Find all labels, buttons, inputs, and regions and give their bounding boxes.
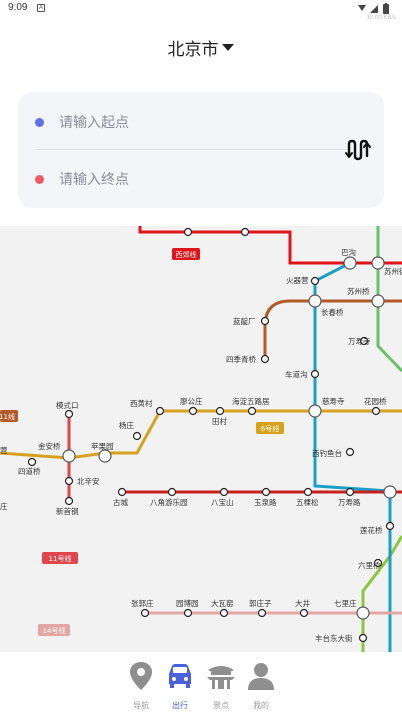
signal-battery-icon bbox=[358, 3, 389, 14]
svg-text:七里庄: 七里庄 bbox=[334, 598, 357, 608]
svg-text:车道沟: 车道沟 bbox=[285, 369, 308, 379]
svg-text:六里桥: 六里桥 bbox=[358, 560, 381, 570]
line-badge-14: 14号线 bbox=[38, 624, 70, 636]
caret-down-icon bbox=[221, 44, 234, 51]
svg-text:营: 营 bbox=[0, 445, 8, 455]
notification-icon: A bbox=[37, 4, 45, 12]
pavilion-icon bbox=[207, 666, 235, 689]
nav-label-mine: 我的 bbox=[253, 701, 269, 710]
svg-text:张郭庄: 张郭庄 bbox=[131, 598, 154, 608]
route-divider bbox=[36, 149, 350, 150]
line-9 bbox=[361, 535, 402, 652]
user-icon bbox=[248, 663, 274, 690]
end-point-input[interactable]: 请输入终点 bbox=[18, 156, 338, 202]
svg-text:莲花桥: 莲花桥 bbox=[360, 525, 383, 535]
svg-text:金安桥: 金安桥 bbox=[38, 441, 61, 451]
start-placeholder: 请输入起点 bbox=[59, 115, 129, 131]
nav-label-navigate: 导航 bbox=[133, 701, 149, 710]
svg-text:14号线: 14号线 bbox=[43, 626, 66, 635]
svg-text:慈寿寺: 慈寿寺 bbox=[322, 396, 345, 406]
svg-text:苏州街: 苏州街 bbox=[384, 266, 402, 276]
line-badge-xijiao: 西郊线 bbox=[172, 248, 200, 260]
svg-text:玉泉路: 玉泉路 bbox=[254, 497, 277, 507]
city-name: 北京市 bbox=[167, 39, 219, 60]
svg-text:郭庄子: 郭庄子 bbox=[249, 598, 272, 608]
start-point-input[interactable]: 请输入起点 bbox=[18, 99, 338, 145]
svg-text:杨庄: 杨庄 bbox=[119, 420, 134, 430]
nav-navigate[interactable]: 导航 bbox=[119, 660, 163, 712]
svg-text:万寿寺: 万寿寺 bbox=[348, 336, 371, 346]
swap-icon[interactable] bbox=[344, 138, 372, 162]
line-badge-11-left: 11线 bbox=[0, 410, 18, 422]
svg-text:大井: 大井 bbox=[295, 598, 310, 608]
status-bar: 9:09 A 10.00 KB/s bbox=[0, 0, 402, 21]
svg-text:园博园: 园博园 bbox=[176, 598, 199, 608]
svg-text:花园桥: 花园桥 bbox=[364, 396, 387, 406]
transfer-stations[interactable] bbox=[62, 256, 397, 620]
start-dot-icon bbox=[35, 117, 44, 127]
svg-text:11线: 11线 bbox=[0, 412, 15, 421]
svg-text:苏州桥: 苏州桥 bbox=[347, 286, 370, 296]
svg-text:11号线: 11号线 bbox=[49, 554, 72, 563]
line-badge-11: 11号线 bbox=[42, 552, 78, 564]
network-speed: 10.00 KB/s bbox=[366, 15, 396, 21]
nav-mine[interactable]: 我的 bbox=[239, 660, 283, 712]
car-icon bbox=[169, 664, 191, 688]
end-placeholder: 请输入终点 bbox=[59, 172, 129, 188]
nav-scenic[interactable]: 景点 bbox=[199, 660, 243, 712]
svg-text:田村: 田村 bbox=[212, 416, 227, 426]
svg-text:古城: 古城 bbox=[113, 497, 128, 507]
nav-travel[interactable]: 出行 bbox=[158, 660, 202, 712]
subway-map[interactable]: 西郊线 11线 6号线 11号线 14号线 巴沟 苏州街 火器营 苏州桥 蓝靛厂… bbox=[0, 226, 402, 652]
subway-map-canvas[interactable]: 西郊线 11线 6号线 11号线 14号线 巴沟 苏州街 火器营 苏州桥 蓝靛厂… bbox=[0, 226, 402, 652]
line-badge-6: 6号线 bbox=[256, 422, 284, 434]
line-12-lower bbox=[263, 299, 315, 359]
svg-text:西郊线: 西郊线 bbox=[176, 250, 197, 259]
nav-label-scenic: 景点 bbox=[213, 701, 229, 710]
svg-text:模式口: 模式口 bbox=[56, 400, 79, 410]
svg-text:庄: 庄 bbox=[0, 501, 8, 511]
end-dot-icon bbox=[35, 174, 44, 184]
svg-text:四季青桥: 四季青桥 bbox=[226, 354, 256, 364]
svg-text:五棵松: 五棵松 bbox=[296, 497, 319, 507]
route-planner-card: 请输入起点 请输入终点 bbox=[18, 92, 384, 208]
svg-text:6号线: 6号线 bbox=[261, 424, 279, 433]
svg-text:西钓鱼台: 西钓鱼台 bbox=[312, 448, 342, 458]
svg-text:万寿路: 万寿路 bbox=[338, 497, 361, 507]
svg-text:长春桥: 长春桥 bbox=[321, 307, 344, 317]
svg-text:新首钢: 新首钢 bbox=[56, 506, 79, 516]
svg-text:海淀五路居: 海淀五路居 bbox=[232, 396, 270, 406]
city-selector[interactable]: 北京市 bbox=[0, 30, 402, 64]
status-time: 9:09 bbox=[8, 2, 28, 13]
svg-text:廖公庄: 廖公庄 bbox=[180, 396, 203, 406]
svg-text:火器营: 火器营 bbox=[286, 275, 309, 285]
svg-text:丰台东大街: 丰台东大街 bbox=[315, 633, 353, 643]
svg-text:四道桥: 四道桥 bbox=[18, 466, 41, 476]
svg-text:蓝靛厂: 蓝靛厂 bbox=[233, 316, 256, 326]
svg-text:大瓦窑: 大瓦窑 bbox=[211, 598, 234, 608]
bottom-nav: 导航 出行 景点 我的 bbox=[0, 652, 402, 716]
station-labels: 巴沟 苏州街 火器营 苏州桥 蓝靛厂 长春桥 万寿寺 四季青桥 车道沟 模式口 … bbox=[0, 247, 402, 643]
svg-text:北辛安: 北辛安 bbox=[77, 476, 100, 486]
location-pin-icon bbox=[130, 662, 152, 690]
svg-text:苹果园: 苹果园 bbox=[91, 441, 114, 451]
stations[interactable] bbox=[27, 227, 395, 643]
svg-text:八宝山: 八宝山 bbox=[211, 497, 234, 507]
nav-label-travel: 出行 bbox=[172, 701, 188, 710]
svg-text:巴沟: 巴沟 bbox=[341, 247, 356, 257]
svg-text:西黄村: 西黄村 bbox=[130, 398, 153, 408]
svg-text:八角游乐园: 八角游乐园 bbox=[150, 497, 188, 507]
